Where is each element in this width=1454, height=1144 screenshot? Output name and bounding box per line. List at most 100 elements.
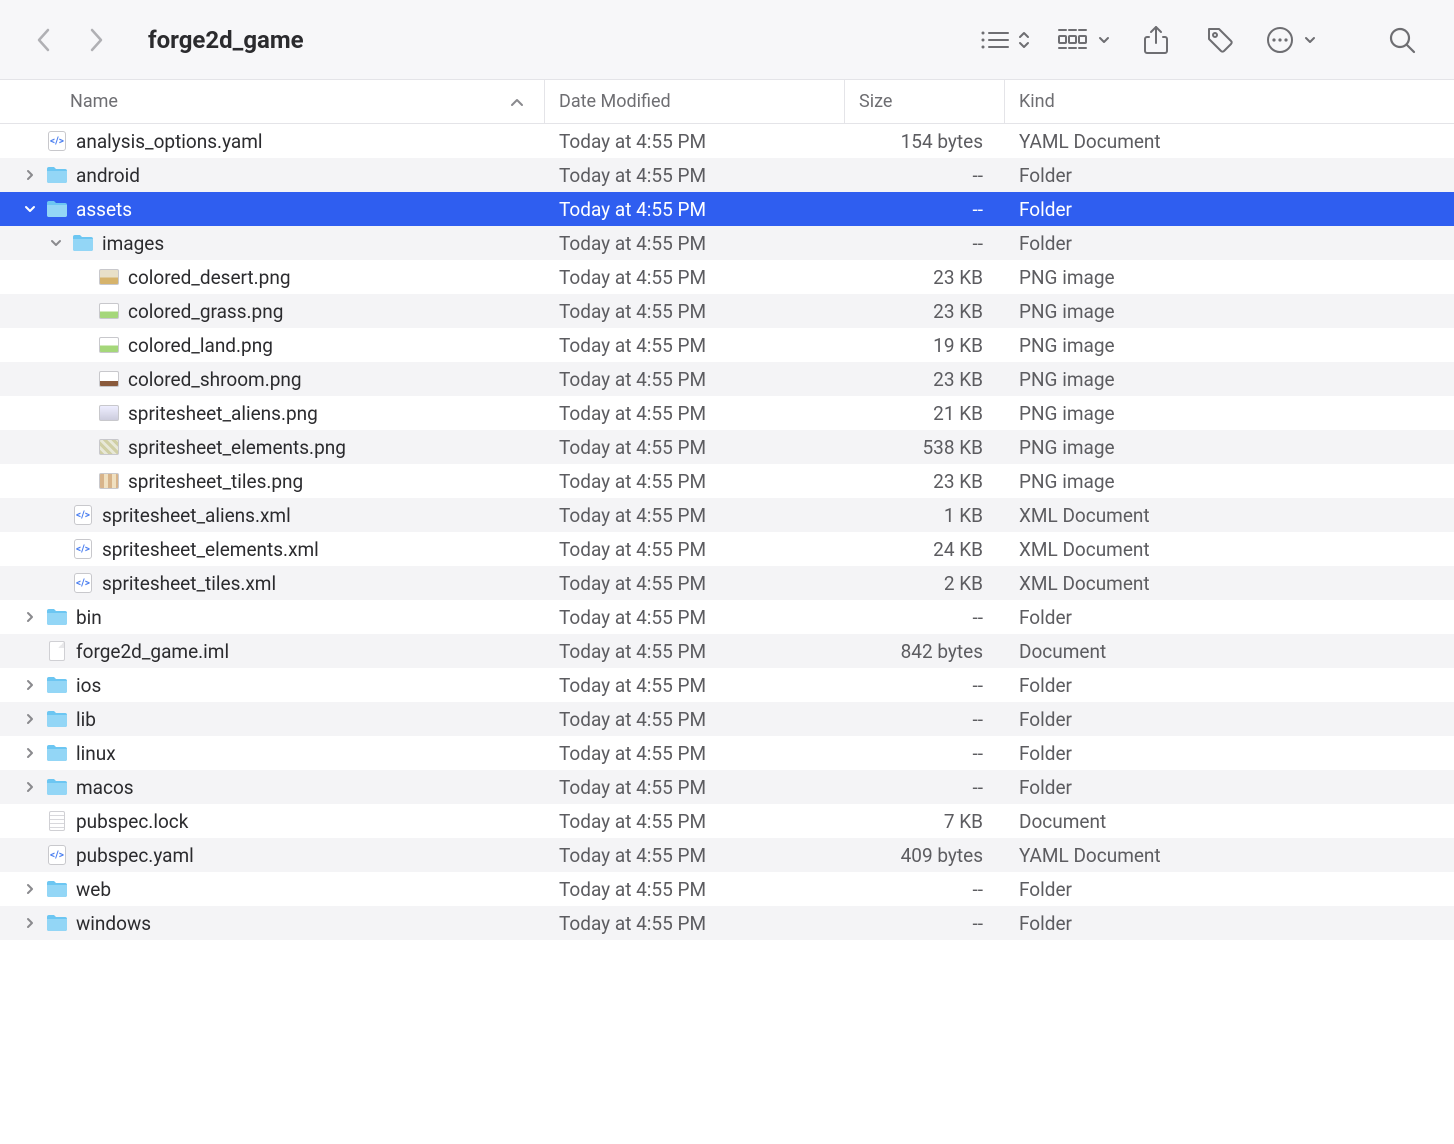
disclosure-triangle[interactable] — [22, 167, 38, 183]
folder-icon — [46, 606, 68, 628]
name-cell: forge2d_game.iml — [0, 640, 545, 663]
date-modified: Today at 4:55 PM — [545, 232, 845, 255]
search-button[interactable] — [1384, 22, 1420, 58]
disclosure-triangle[interactable] — [22, 201, 38, 217]
date-modified: Today at 4:55 PM — [545, 674, 845, 697]
file-row[interactable]: images Today at 4:55 PM -- Folder — [0, 226, 1454, 260]
column-label: Date Modified — [559, 91, 671, 112]
file-list[interactable]: </> analysis_options.yaml Today at 4:55 … — [0, 124, 1454, 940]
window-title: forge2d_game — [148, 26, 304, 54]
date-modified: Today at 4:55 PM — [545, 844, 845, 867]
file-name: android — [76, 164, 140, 187]
back-button[interactable] — [24, 20, 64, 60]
date-modified: Today at 4:55 PM — [545, 742, 845, 765]
file-row[interactable]: colored_desert.png Today at 4:55 PM 23 K… — [0, 260, 1454, 294]
disclosure-triangle[interactable] — [22, 915, 38, 931]
file-row[interactable]: forge2d_game.iml Today at 4:55 PM 842 by… — [0, 634, 1454, 668]
file-size: 2 KB — [845, 572, 1005, 595]
file-row[interactable]: assets Today at 4:55 PM -- Folder — [0, 192, 1454, 226]
file-row[interactable]: </> pubspec.yaml Today at 4:55 PM 409 by… — [0, 838, 1454, 872]
file-name: forge2d_game.iml — [76, 640, 229, 663]
chevron-down-icon — [1098, 35, 1110, 45]
disclosure-triangle[interactable] — [22, 881, 38, 897]
code-document-icon: </> — [72, 538, 94, 560]
file-name: analysis_options.yaml — [76, 130, 263, 153]
group-by-button[interactable] — [1058, 22, 1110, 58]
name-cell: spritesheet_elements.png — [0, 436, 545, 459]
name-cell: web — [0, 878, 545, 901]
share-button[interactable] — [1138, 22, 1174, 58]
file-name: colored_grass.png — [128, 300, 283, 323]
file-row[interactable]: colored_land.png Today at 4:55 PM 19 KB … — [0, 328, 1454, 362]
name-cell: linux — [0, 742, 545, 765]
column-header-kind[interactable]: Kind — [1005, 80, 1454, 123]
file-kind: Folder — [1005, 674, 1454, 697]
file-row[interactable]: spritesheet_elements.png Today at 4:55 P… — [0, 430, 1454, 464]
file-row[interactable]: colored_grass.png Today at 4:55 PM 23 KB… — [0, 294, 1454, 328]
folder-icon — [72, 232, 94, 254]
date-modified: Today at 4:55 PM — [545, 300, 845, 323]
column-header-date[interactable]: Date Modified — [545, 80, 845, 123]
file-row[interactable]: android Today at 4:55 PM -- Folder — [0, 158, 1454, 192]
file-row[interactable]: spritesheet_aliens.png Today at 4:55 PM … — [0, 396, 1454, 430]
file-size: -- — [845, 776, 1005, 799]
column-header-name[interactable]: Name — [0, 80, 545, 123]
file-row[interactable]: ios Today at 4:55 PM -- Folder — [0, 668, 1454, 702]
file-row[interactable]: linux Today at 4:55 PM -- Folder — [0, 736, 1454, 770]
forward-button[interactable] — [76, 20, 116, 60]
action-menu-button[interactable] — [1266, 22, 1316, 58]
ellipsis-circle-icon — [1266, 26, 1294, 54]
disclosure-triangle[interactable] — [22, 779, 38, 795]
file-size: 538 KB — [845, 436, 1005, 459]
file-row[interactable]: </> spritesheet_aliens.xml Today at 4:55… — [0, 498, 1454, 532]
file-row[interactable]: bin Today at 4:55 PM -- Folder — [0, 600, 1454, 634]
column-label: Kind — [1019, 91, 1055, 112]
file-kind: PNG image — [1005, 266, 1454, 289]
file-size: 24 KB — [845, 538, 1005, 561]
file-row[interactable]: macos Today at 4:55 PM -- Folder — [0, 770, 1454, 804]
file-row[interactable]: </> analysis_options.yaml Today at 4:55 … — [0, 124, 1454, 158]
sort-ascending-icon — [510, 97, 524, 107]
disclosure-triangle[interactable] — [22, 677, 38, 693]
disclosure-triangle[interactable] — [22, 711, 38, 727]
file-name: assets — [76, 198, 132, 221]
file-row[interactable]: pubspec.lock Today at 4:55 PM 7 KB Docum… — [0, 804, 1454, 838]
name-cell: </> spritesheet_aliens.xml — [0, 504, 545, 527]
file-row[interactable]: spritesheet_tiles.png Today at 4:55 PM 2… — [0, 464, 1454, 498]
file-row[interactable]: </> spritesheet_elements.xml Today at 4:… — [0, 532, 1454, 566]
column-label: Size — [859, 91, 892, 112]
file-row[interactable]: web Today at 4:55 PM -- Folder — [0, 872, 1454, 906]
file-kind: Folder — [1005, 878, 1454, 901]
file-row[interactable]: </> spritesheet_tiles.xml Today at 4:55 … — [0, 566, 1454, 600]
file-row[interactable]: colored_shroom.png Today at 4:55 PM 23 K… — [0, 362, 1454, 396]
file-size: 1 KB — [845, 504, 1005, 527]
file-kind: XML Document — [1005, 572, 1454, 595]
name-cell: colored_desert.png — [0, 266, 545, 289]
chevron-left-icon — [35, 26, 53, 54]
name-cell: </> spritesheet_tiles.xml — [0, 572, 545, 595]
file-size: 23 KB — [845, 470, 1005, 493]
file-size: 154 bytes — [845, 130, 1005, 153]
file-row[interactable]: windows Today at 4:55 PM -- Folder — [0, 906, 1454, 940]
date-modified: Today at 4:55 PM — [545, 878, 845, 901]
view-list-button[interactable] — [980, 22, 1030, 58]
date-modified: Today at 4:55 PM — [545, 198, 845, 221]
file-kind: Document — [1005, 640, 1454, 663]
column-header-size[interactable]: Size — [845, 80, 1005, 123]
file-size: -- — [845, 232, 1005, 255]
disclosure-triangle[interactable] — [22, 745, 38, 761]
tags-button[interactable] — [1202, 22, 1238, 58]
document-icon — [46, 640, 68, 662]
image-icon — [98, 368, 120, 390]
name-cell: macos — [0, 776, 545, 799]
image-icon — [98, 470, 120, 492]
disclosure-triangle[interactable] — [22, 609, 38, 625]
disclosure-triangle[interactable] — [48, 235, 64, 251]
up-down-chevron-icon — [1018, 30, 1030, 50]
file-kind: PNG image — [1005, 334, 1454, 357]
file-size: 842 bytes — [845, 640, 1005, 663]
date-modified: Today at 4:55 PM — [545, 402, 845, 425]
file-kind: Folder — [1005, 232, 1454, 255]
file-name: macos — [76, 776, 134, 799]
file-row[interactable]: lib Today at 4:55 PM -- Folder — [0, 702, 1454, 736]
